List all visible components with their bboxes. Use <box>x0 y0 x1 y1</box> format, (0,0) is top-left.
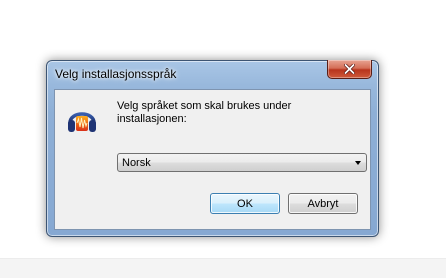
language-select[interactable]: Norsk <box>117 153 367 172</box>
language-select-value: Norsk <box>122 157 151 169</box>
prompt-text: Velg språket som skal brukes under insta… <box>117 100 292 125</box>
dialog-client-area: Velg språket som skal brukes under insta… <box>54 89 371 230</box>
headphones-icon <box>68 112 96 132</box>
ok-button[interactable]: OK <box>210 193 280 214</box>
cancel-button[interactable]: Avbryt <box>288 193 358 214</box>
titlebar[interactable]: Velg installasjonsspråk <box>47 60 378 85</box>
page-bottom-band <box>0 258 446 278</box>
close-icon <box>344 64 355 74</box>
dialog-title: Velg installasjonsspråk <box>55 67 177 81</box>
chevron-down-icon <box>355 161 361 165</box>
language-dialog: Velg installasjonsspråk Velg språket som… <box>46 60 379 237</box>
close-button[interactable] <box>327 60 372 79</box>
